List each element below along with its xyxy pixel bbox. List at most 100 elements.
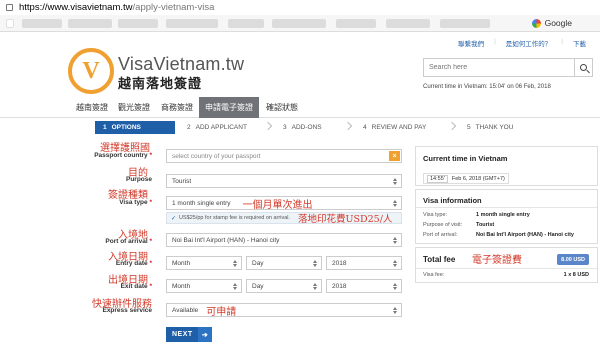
port-of-arrival-select[interactable]: Noi Bai Int'l Airport (HAN) - Hanoi city [166,233,402,247]
brand-subtitle: 越南落地簽證 [118,77,203,92]
search-icon [580,64,587,71]
current-time-panel: Current time in Vietnam 14:55' Feb 6, 20… [415,146,598,186]
caret-up-icon [393,260,397,263]
top-links: 聯繫我們 | 是如何工作的？ | 下載 [458,38,586,48]
divider: | [494,38,496,45]
purpose-info-label: Purpose of visit: [423,222,463,228]
visa-type-select[interactable]: 1 month single entry 一個月單次進出 [166,196,402,211]
nav-item-tourist-visa[interactable]: 觀光簽證 [112,97,156,118]
caret-down-icon [393,182,397,185]
entry-year-select[interactable]: 2018 [326,256,402,270]
step-options[interactable]: 1 OPTIONS [95,121,181,134]
express-service-select[interactable]: Available 可申請 [166,303,402,318]
url-text: https://www.visavietnam.tw/apply-vietnam… [19,2,215,13]
check-icon: ✓ [171,215,177,222]
port-info-label: Port of arrival: [423,232,458,238]
entry-date-label: Entry date * [115,260,152,267]
caret-up-icon [393,200,397,203]
bookmark-item[interactable] [68,19,112,28]
how-it-works-link[interactable]: 是如何工作的？ [506,38,552,48]
address-bar[interactable]: https://www.visavietnam.tw/apply-vietnam… [0,0,600,15]
search-box [423,58,593,77]
lock-icon [6,4,13,11]
nav-item-vietnam-visa[interactable]: 越南簽證 [70,97,114,118]
bookmarks-bar: Google [0,15,600,32]
caret-up-icon [393,178,397,181]
bookmark-google[interactable]: Google [531,18,572,28]
step-thank-you[interactable]: 5 THANK YOU [459,121,559,134]
express-service-label: Express service [102,307,152,314]
logo[interactable]: V [68,48,114,94]
visa-type-label: Visa type * [119,199,152,206]
step-review-and-pay[interactable]: 4 REVIEW AND PAY [355,121,459,134]
visa-type-info-label: Visa type: [423,212,448,218]
bookmark-item[interactable] [272,19,326,28]
bookmark-item[interactable] [118,19,158,28]
divider [416,207,597,208]
annotation-stamp-fee: 落地印花費USD25/人 [298,214,393,225]
caret-up-icon [393,237,397,240]
next-button[interactable]: NEXT ➔ [166,327,212,342]
caret-down-icon [313,287,317,290]
caret-down-icon [393,264,397,267]
nav-item-check-status[interactable]: 確認狀態 [260,97,304,118]
caret-up-icon [313,260,317,263]
purpose-select[interactable]: Tourist [166,174,402,188]
exit-day-select[interactable]: Day [246,279,322,293]
main-nav: 越南簽證 觀光簽證 商務簽證 申請電子簽證 確認狀態 [0,97,600,118]
nav-item-business-visa[interactable]: 商務簽證 [155,97,199,118]
bookmark-item[interactable] [386,19,430,28]
nav-item-apply-evisa[interactable]: 申請電子簽證 [199,97,259,118]
purpose-label: Purpose [125,176,152,183]
bookmark-item[interactable] [228,19,264,28]
visa-type-info-value: 1 month single entry [476,212,530,218]
brand-name: VisaVietnam.tw [118,54,245,74]
caret-down-icon [393,204,397,207]
step-add-applicant[interactable]: 2 ADD APPLICANT [175,121,275,134]
divider [416,268,597,269]
exit-year-select[interactable]: 2018 [326,279,402,293]
entry-month-select[interactable]: Month [166,256,242,270]
bookmark-icon[interactable] [6,19,14,28]
bookmark-item[interactable] [336,19,376,28]
bookmark-item[interactable] [22,19,62,28]
passport-country-select[interactable]: select country of your passport × [166,149,402,163]
chevron-right-icon [447,121,457,131]
bookmark-item[interactable] [166,19,218,28]
caret-down-icon [393,311,397,314]
bookmark-item[interactable] [440,19,490,28]
caret-down-icon [393,287,397,290]
purpose-info-value: Tourist [476,222,495,228]
contact-link[interactable]: 聯繫我們 [458,38,484,48]
annotation-total-fee: 電子簽證費 [472,255,522,266]
progress-steps: 1 OPTIONS 2 ADD APPLICANT 3 ADD-ONS 4 REVIEW… [95,121,595,134]
annotation-express-value: 可申請 [206,306,237,318]
arrow-right-icon: ➔ [198,327,212,342]
port-of-arrival-label: Port of arrival * [105,238,152,245]
step-add-ons[interactable]: 3 ADD-ONS [275,121,355,134]
caret-down-icon [393,241,397,244]
search-input[interactable] [424,59,574,76]
clear-icon[interactable]: × [389,151,400,161]
google-icon [531,18,541,28]
current-time-text: Current time in Vietnam: 15:04' on 06 Fe… [423,84,551,90]
annotation-visa-type-value: 一個月單次進出 [242,199,313,211]
visa-information-panel: Visa information Visa type: 1 month sing… [415,189,598,244]
chevron-right-icon [343,121,353,131]
caret-down-icon [233,264,237,267]
exit-month-select[interactable]: Month [166,279,242,293]
visa-fee-label: Visa fee: [423,272,445,278]
visa-information-title: Visa information [423,196,482,205]
caret-up-icon [313,283,317,286]
caret-up-icon [233,283,237,286]
caret-up-icon [233,260,237,263]
caret-up-icon [393,307,397,310]
chevron-right-icon [263,121,273,131]
current-time-title: Current time in Vietnam [423,154,508,163]
download-link[interactable]: 下載 [573,38,586,48]
exit-date-label: Exit date * [120,283,152,290]
divider: | [561,38,563,45]
caret-down-icon [233,287,237,290]
entry-day-select[interactable]: Day [246,256,322,270]
search-button[interactable] [574,59,592,76]
